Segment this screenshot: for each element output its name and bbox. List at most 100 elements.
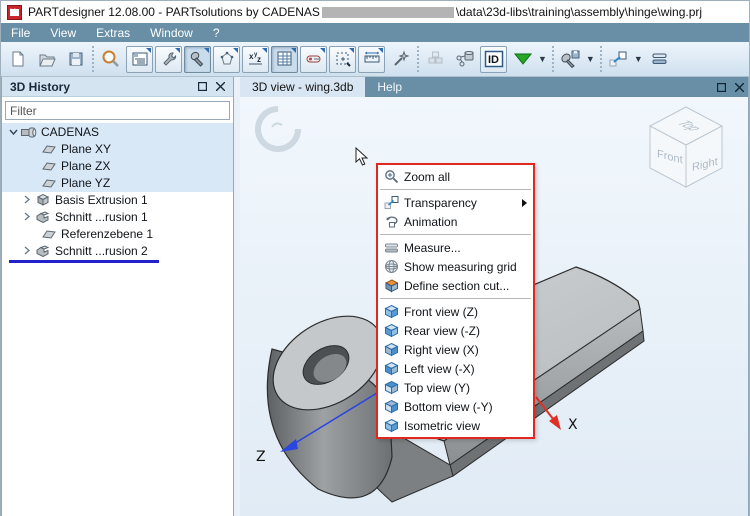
- expander-closed-icon[interactable]: [20, 212, 34, 221]
- window-title: PARTdesigner 12.08.00 - PARTsolutions by…: [28, 5, 702, 19]
- menu-item-left-view[interactable]: Left view (-X): [378, 359, 533, 378]
- green-arrow-icon: [512, 50, 534, 68]
- tree-item-cadenas[interactable]: CADENAS: [2, 123, 233, 140]
- transparency-dropdown-caret[interactable]: ▼: [634, 54, 643, 64]
- menu-item-top-view[interactable]: Top view (Y): [378, 378, 533, 397]
- animation-icon: [378, 214, 404, 229]
- menu-file[interactable]: File: [1, 23, 40, 42]
- menu-item-rear-view[interactable]: Rear view (-Z): [378, 321, 533, 340]
- menu-view[interactable]: View: [40, 23, 86, 42]
- filter-input[interactable]: [5, 101, 230, 120]
- transparency-link-icon: [608, 49, 628, 69]
- content-area: 3D History CADENAS Plane XY: [1, 77, 749, 516]
- xyz-icon: xyz: [247, 50, 265, 68]
- assembly-button[interactable]: [422, 46, 449, 73]
- dimension-button[interactable]: [358, 46, 385, 73]
- transparency-toolbar-button[interactable]: [605, 46, 632, 73]
- view-maximize-button[interactable]: [712, 79, 730, 95]
- magic-wand-button[interactable]: [387, 46, 414, 73]
- open-button[interactable]: [33, 46, 60, 73]
- dimension-ruler-icon: [363, 50, 381, 68]
- sketch-button[interactable]: [213, 46, 240, 73]
- history-tree: CADENAS Plane XY Plane ZX Plane YZ: [2, 123, 233, 516]
- tree-item-referenzebene[interactable]: Referenzebene 1: [2, 225, 233, 242]
- cut-extrusion-icon: [34, 244, 52, 257]
- wrench-button[interactable]: [155, 46, 182, 73]
- expander-open-icon[interactable]: [6, 129, 20, 135]
- menu-item-isometric-view[interactable]: Isometric view: [378, 416, 533, 435]
- view-cube-icon: [378, 361, 404, 376]
- transparency-icon: [378, 195, 404, 210]
- save-button[interactable]: [62, 46, 89, 73]
- view-tabbar: 3D view - wing.3db Help: [240, 77, 748, 97]
- menu-item-right-view[interactable]: Right view (X): [378, 340, 533, 359]
- export-dropdown-caret[interactable]: ▼: [586, 54, 595, 64]
- history-close-button[interactable]: [211, 79, 229, 95]
- topology-links-button[interactable]: [451, 46, 478, 73]
- menu-item-transparency[interactable]: Transparency: [378, 193, 533, 212]
- title-bar: PARTdesigner 12.08.00 - PARTsolutions by…: [1, 1, 749, 23]
- tab-help[interactable]: Help: [365, 77, 414, 97]
- value-table-button[interactable]: [271, 46, 298, 73]
- tree-item-basis-extrusion[interactable]: Basis Extrusion 1: [2, 191, 233, 208]
- tree-item-plane-zx[interactable]: Plane ZX: [2, 157, 233, 174]
- save-icon: [67, 50, 85, 68]
- menu-item-show-measuring-grid[interactable]: Show measuring grid: [378, 257, 533, 276]
- viewport-3d[interactable]: Top Front Right: [240, 97, 748, 516]
- menu-item-bottom-view[interactable]: Bottom view (-Y): [378, 397, 533, 416]
- selection-frame-button[interactable]: [329, 46, 356, 73]
- wrench-icon: [160, 50, 178, 68]
- axis-z-label: Z: [256, 449, 266, 465]
- viewport-context-menu: Zoom all Transparency Animation: [376, 163, 535, 439]
- view-close-button[interactable]: [730, 79, 748, 95]
- menu-item-front-view[interactable]: Front view (Z): [378, 302, 533, 321]
- plane-icon: [40, 177, 58, 189]
- submenu-arrow-icon: [522, 199, 527, 207]
- tree-item-plane-yz[interactable]: Plane YZ: [2, 174, 233, 191]
- redacted-path: [322, 7, 454, 18]
- menu-separator: [380, 234, 531, 235]
- menu-window[interactable]: Window: [140, 23, 203, 42]
- menu-help[interactable]: ?: [203, 23, 230, 42]
- history-window-button[interactable]: [126, 46, 153, 73]
- generate-button[interactable]: [509, 46, 536, 73]
- app-icon: [7, 5, 22, 20]
- plane-icon: [40, 143, 58, 155]
- cut-extrusion-icon: [34, 210, 52, 223]
- tree-item-plane-xy[interactable]: Plane XY: [2, 140, 233, 157]
- screw-button[interactable]: [184, 46, 211, 73]
- menu-item-zoom-all[interactable]: Zoom all: [378, 167, 533, 186]
- menu-item-define-section-cut[interactable]: Define section cut...: [378, 276, 533, 295]
- app-window: PARTdesigner 12.08.00 - PARTsolutions by…: [0, 0, 750, 516]
- history-maximize-button[interactable]: [193, 79, 211, 95]
- id-display-button[interactable]: ID: [480, 46, 507, 73]
- variable-xyz-button[interactable]: xyz: [242, 46, 269, 73]
- menu-separator: [380, 298, 531, 299]
- expander-closed-icon[interactable]: [20, 246, 34, 255]
- measure-bars-button[interactable]: [647, 46, 674, 73]
- expander-closed-icon[interactable]: [20, 195, 34, 204]
- assembly-icon: [426, 49, 446, 69]
- measure-bars-icon: [650, 52, 670, 66]
- new-document-icon: [9, 50, 27, 68]
- export-screw-button[interactable]: [557, 46, 584, 73]
- menu-item-animation[interactable]: Animation: [378, 212, 533, 231]
- svg-text:ID: ID: [488, 54, 499, 66]
- generate-dropdown-caret[interactable]: ▼: [538, 54, 547, 64]
- menu-separator: [380, 189, 531, 190]
- key-button[interactable]: [300, 46, 327, 73]
- tab-3d-view[interactable]: 3D view - wing.3db: [240, 77, 365, 97]
- view-cube-icon: [378, 418, 404, 433]
- tree-item-schnitt-1[interactable]: Schnitt ...rusion 1: [2, 208, 233, 225]
- view-cube-icon: [378, 399, 404, 414]
- section-cut-icon: [378, 278, 404, 293]
- history-window-icon: [131, 50, 149, 68]
- menu-extras[interactable]: Extras: [86, 23, 140, 42]
- magic-wand-icon: [391, 49, 411, 69]
- screw-icon: [189, 50, 207, 68]
- new-document-button[interactable]: [4, 46, 31, 73]
- menu-item-measure[interactable]: Measure...: [378, 238, 533, 257]
- topology-links-icon: [455, 49, 475, 69]
- zoom-button[interactable]: [97, 46, 124, 73]
- tree-item-schnitt-2[interactable]: Schnitt ...rusion 2: [2, 242, 233, 259]
